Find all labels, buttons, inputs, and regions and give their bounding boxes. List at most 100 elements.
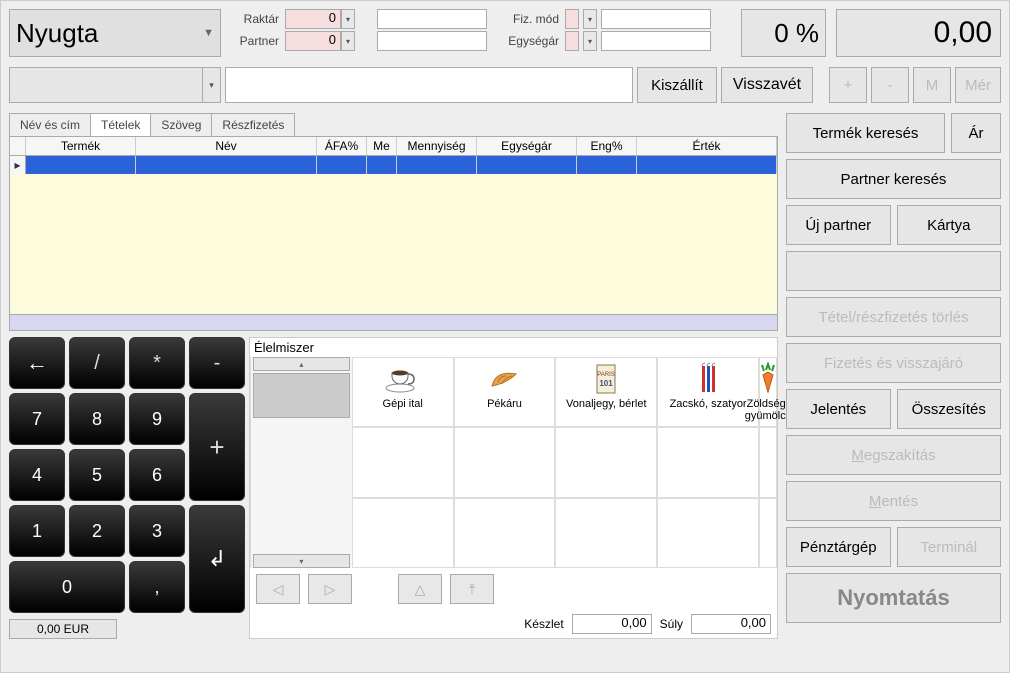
tetel-torles-button[interactable]: Tétel/részfizetés törlés [786, 297, 1001, 337]
jelentes-button[interactable]: Jelentés [786, 389, 891, 429]
items-grid: Termék Név ÁFA% Me Mennyiség Egységár En… [9, 136, 778, 331]
product-empty[interactable] [454, 427, 556, 497]
key-8[interactable]: 8 [69, 393, 125, 445]
penztargep-button[interactable]: Pénztárgép [786, 527, 891, 567]
col-afa[interactable]: ÁFA% [317, 137, 367, 155]
coffee-icon [383, 362, 423, 396]
scroll-up-icon[interactable]: ▴ [253, 357, 350, 371]
visszavet-button[interactable]: Visszavét [721, 67, 813, 103]
product-category-title: Élelmiszer [250, 338, 777, 357]
product-panel: Élelmiszer Gépi ital Pékáru [249, 337, 778, 639]
key-6[interactable]: 6 [129, 449, 185, 501]
product-pekaru[interactable]: Pékáru [454, 357, 556, 427]
product-empty[interactable] [759, 427, 777, 497]
fizetes-button[interactable]: Fizetés és visszajáró [786, 343, 1001, 383]
fizmod-dd-icon[interactable]: ▾ [583, 9, 597, 29]
kartya-button[interactable]: Kártya [897, 205, 1002, 245]
key-0[interactable]: 0 [9, 561, 125, 613]
tab-tetelek[interactable]: Tételek [90, 113, 151, 136]
key-comma[interactable]: , [129, 561, 185, 613]
product-empty[interactable] [555, 498, 657, 568]
product-empty[interactable] [454, 498, 556, 568]
col-eng[interactable]: Eng% [577, 137, 637, 155]
product-empty[interactable] [657, 498, 759, 568]
tab-nev-es-cim[interactable]: Név és cím [9, 113, 91, 136]
osszesites-button[interactable]: Összesítés [897, 389, 1002, 429]
key-4[interactable]: 4 [9, 449, 65, 501]
raktar-input[interactable]: 0 [285, 9, 341, 29]
key-backspace[interactable]: ← [9, 337, 65, 389]
key-star[interactable]: * [129, 337, 185, 389]
product-empty[interactable] [352, 427, 454, 497]
fizmod-input[interactable] [565, 9, 579, 29]
nav-left-button[interactable]: ◁ [256, 574, 300, 604]
key-plus[interactable]: + [189, 393, 245, 501]
col-ertek[interactable]: Érték [637, 137, 777, 155]
col-egysegar[interactable]: Egységár [477, 137, 577, 155]
plus-button[interactable]: + [829, 67, 867, 103]
product-vonaljegy[interactable]: PARIS101 Vonaljegy, bérlet [555, 357, 657, 427]
termek-kereses-button[interactable]: Termék keresés [786, 113, 945, 153]
partner-name-box[interactable] [377, 31, 487, 51]
key-1[interactable]: 1 [9, 505, 65, 557]
egysegar-dd-icon[interactable]: ▾ [583, 31, 597, 51]
kiszallit-button[interactable]: Kiszállít [637, 67, 717, 103]
nav-up-button[interactable]: △ [398, 574, 442, 604]
key-5[interactable]: 5 [69, 449, 125, 501]
minus-button[interactable]: - [871, 67, 909, 103]
product-zacsko[interactable]: Zacskó, szatyor [657, 357, 759, 427]
grid-header: Termék Név ÁFA% Me Mennyiség Egységár En… [10, 137, 777, 156]
key-minus[interactable]: - [189, 337, 245, 389]
product-gepi-ital[interactable]: Gépi ital [352, 357, 454, 427]
raktar-dd-icon[interactable]: ▾ [341, 9, 355, 29]
key-enter[interactable]: ↲ [189, 505, 245, 613]
doc-type-label: Nyugta [16, 18, 98, 49]
nyomtatas-button[interactable]: Nyomtatás [786, 573, 1001, 623]
product-scrollbar[interactable]: ▴ ▾ [250, 357, 352, 568]
key-2[interactable]: 2 [69, 505, 125, 557]
chevron-down-icon: ▼ [203, 27, 214, 39]
secondary-dropdown[interactable]: ▾ [9, 67, 221, 103]
search-input[interactable] [225, 67, 633, 103]
mentes-button[interactable]: Mentés [786, 481, 1001, 521]
tab-szoveg[interactable]: Szöveg [150, 113, 212, 136]
grid-body-empty[interactable] [10, 174, 777, 314]
fizmod-name-box[interactable] [601, 9, 711, 29]
scroll-thumb[interactable] [253, 373, 350, 418]
col-mennyiseg[interactable]: Mennyiség [397, 137, 477, 155]
blank-button[interactable] [786, 251, 1001, 291]
key-slash[interactable]: / [69, 337, 125, 389]
nav-right-button[interactable]: ▷ [308, 574, 352, 604]
tab-reszfizetes[interactable]: Részfizetés [211, 113, 295, 136]
nav-top-button[interactable]: ⤒ [450, 574, 494, 604]
egysegar-input[interactable] [565, 31, 579, 51]
col-termek[interactable]: Termék [26, 137, 136, 155]
tabs: Név és cím Tételek Szöveg Részfizetés [9, 113, 778, 136]
key-3[interactable]: 3 [129, 505, 185, 557]
partner-kereses-button[interactable]: Partner keresés [786, 159, 1001, 199]
doc-type-dropdown[interactable]: Nyugta ▼ [9, 9, 221, 57]
egysegar-name-box[interactable] [601, 31, 711, 51]
terminal-button[interactable]: Terminál [897, 527, 1002, 567]
col-nev[interactable]: Név [136, 137, 317, 155]
product-label: Gépi ital [383, 398, 423, 410]
product-empty[interactable] [352, 498, 454, 568]
product-empty[interactable] [657, 427, 759, 497]
megszakitas-button[interactable]: Megszakítás [786, 435, 1001, 475]
product-empty[interactable] [759, 498, 777, 568]
uj-partner-button[interactable]: Új partner [786, 205, 891, 245]
ar-button[interactable]: Ár [951, 113, 1001, 153]
product-zoldseg[interactable]: Zöldség-gyümölcs [759, 357, 777, 427]
key-7[interactable]: 7 [9, 393, 65, 445]
product-empty[interactable] [555, 427, 657, 497]
col-me[interactable]: Me [367, 137, 397, 155]
row2: ▾ Kiszállít Visszavét + - M Mér [9, 67, 1001, 103]
scroll-down-icon[interactable]: ▾ [253, 554, 350, 568]
mer-button[interactable]: Mér [955, 67, 1001, 103]
grid-row-selected[interactable]: ▸ [10, 156, 777, 174]
partner-dd-icon[interactable]: ▾ [341, 31, 355, 51]
partner-input[interactable]: 0 [285, 31, 341, 51]
key-9[interactable]: 9 [129, 393, 185, 445]
m-button[interactable]: M [913, 67, 951, 103]
raktar-name-box[interactable] [377, 9, 487, 29]
